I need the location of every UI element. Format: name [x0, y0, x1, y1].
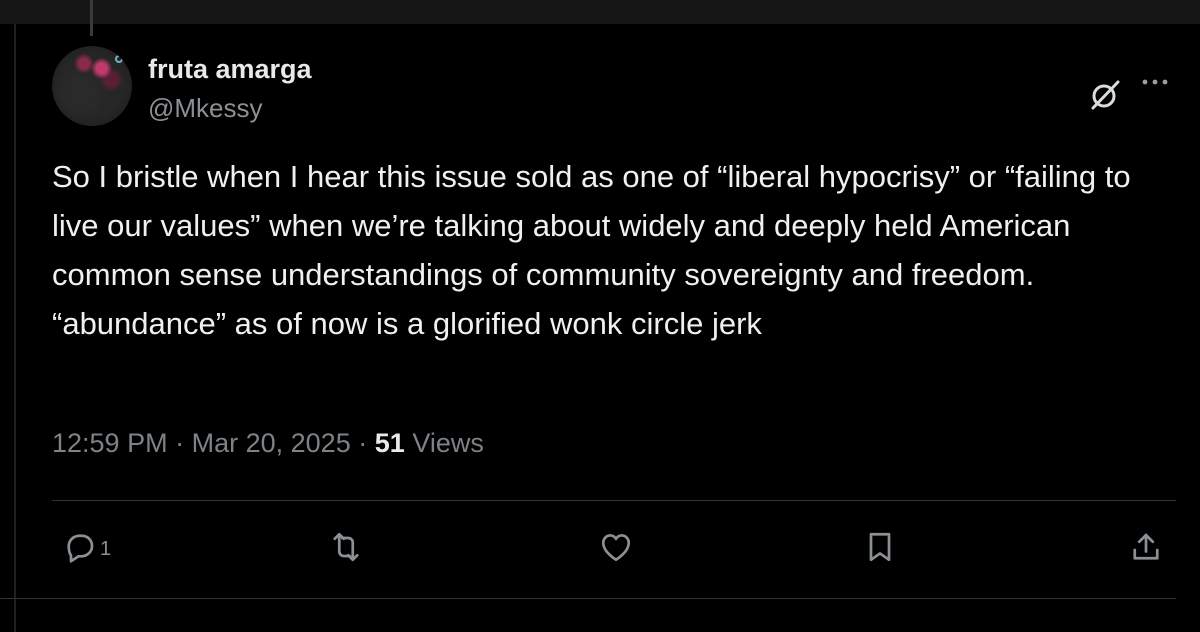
reply-count: 1 — [100, 537, 112, 560]
views-label: Views — [412, 428, 484, 458]
meta-separator: · — [358, 428, 368, 458]
share-icon — [1128, 529, 1164, 570]
views-count: 51 — [374, 428, 405, 458]
reply-button[interactable]: 1 — [62, 524, 111, 574]
meta-separator: · — [175, 428, 185, 458]
avatar[interactable] — [52, 46, 132, 126]
author-display-name[interactable]: fruta amarga — [148, 54, 312, 85]
thread-connector-line — [90, 0, 93, 36]
avatar-accent — [115, 55, 123, 63]
tweet-text: So I bristle when I hear this issue sold… — [52, 159, 1131, 341]
author-handle[interactable]: @Mkessy — [148, 93, 263, 124]
bookmark-button[interactable] — [862, 524, 898, 574]
retweet-icon — [328, 529, 364, 570]
tweet-meta: 12:59 PM · Mar 20, 2025 · 51 Views — [52, 428, 484, 459]
reply-icon — [62, 529, 98, 570]
action-bar: 1 — [0, 524, 1200, 574]
bookmark-icon — [862, 529, 898, 570]
retweet-button[interactable] — [328, 524, 364, 574]
divider — [52, 500, 1176, 501]
more-icon[interactable] — [1138, 70, 1172, 94]
tweet-date[interactable]: Mar 20, 2025 — [192, 428, 351, 458]
grok-icon[interactable] — [1088, 78, 1122, 112]
tweet-detail: fruta amarga @Mkessy So I bristle when I… — [0, 0, 1200, 632]
divider — [0, 598, 1176, 599]
share-button[interactable] — [1128, 524, 1164, 574]
previous-post-strip — [0, 0, 1200, 24]
tweet-time[interactable]: 12:59 PM — [52, 428, 168, 458]
like-icon — [598, 529, 634, 570]
like-button[interactable] — [598, 524, 634, 574]
